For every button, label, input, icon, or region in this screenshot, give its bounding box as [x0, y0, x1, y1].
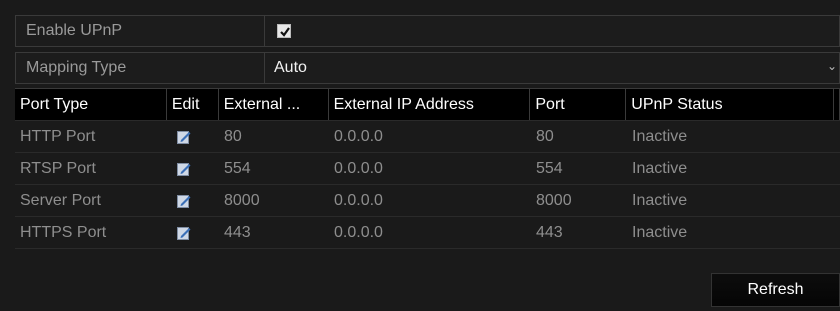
- table-row: Server Port 8000 0.0.0.0 8000 Inactive: [15, 185, 840, 217]
- external-ip-cell: 0.0.0.0: [334, 192, 383, 209]
- field-divider: [264, 53, 265, 83]
- port-cell: 8000: [536, 192, 572, 209]
- external-ip-cell: 0.0.0.0: [334, 224, 383, 241]
- port-mapping-table: Port Type Edit External ... External IP …: [15, 88, 840, 249]
- edit-cell: [167, 217, 219, 248]
- column-header-port: Port: [530, 89, 627, 120]
- port-type-cell: HTTPS Port: [20, 224, 107, 241]
- external-port-cell: 8000: [224, 192, 260, 209]
- checkmark-icon: [280, 27, 290, 37]
- port-type-cell: RTSP Port: [20, 160, 96, 177]
- edit-icon[interactable]: [177, 162, 191, 176]
- external-ip-cell: 0.0.0.0: [334, 160, 383, 177]
- mapping-type-label: Mapping Type: [26, 59, 127, 76]
- enable-upnp-row: Enable UPnP: [15, 15, 840, 47]
- chevron-down-icon[interactable]: ⌄: [827, 59, 837, 73]
- upnp-status-cell: Inactive: [632, 128, 688, 145]
- port-type-cell: HTTP Port: [20, 128, 96, 145]
- field-divider: [264, 16, 265, 46]
- enable-upnp-checkbox[interactable]: [277, 24, 291, 38]
- enable-upnp-label: Enable UPnP: [26, 22, 123, 39]
- edit-cell: [167, 185, 219, 216]
- mapping-type-select[interactable]: Auto: [274, 59, 307, 77]
- port-cell: 80: [536, 128, 554, 145]
- external-port-cell: 554: [224, 160, 251, 177]
- upnp-status-cell: Inactive: [632, 160, 688, 177]
- external-port-cell: 80: [224, 128, 242, 145]
- upnp-status-cell: Inactive: [632, 192, 688, 209]
- external-port-cell: 443: [224, 224, 251, 241]
- refresh-button[interactable]: Refresh: [711, 273, 840, 307]
- edit-cell: [167, 153, 219, 184]
- column-header-edit: Edit: [167, 89, 219, 120]
- port-cell: 443: [536, 224, 563, 241]
- table-row: RTSP Port 554 0.0.0.0 554 Inactive: [15, 153, 840, 185]
- external-ip-cell: 0.0.0.0: [334, 128, 383, 145]
- port-cell: 554: [536, 160, 563, 177]
- upnp-status-cell: Inactive: [632, 224, 688, 241]
- port-type-cell: Server Port: [20, 192, 101, 209]
- column-header-external-port: External ...: [219, 89, 329, 120]
- table-row: HTTP Port 80 0.0.0.0 80 Inactive: [15, 121, 840, 153]
- mapping-type-row: Mapping Type Auto ⌄: [15, 52, 840, 84]
- column-header-port-type: Port Type: [15, 89, 167, 120]
- column-header-upnp-status: UPnP Status: [626, 89, 835, 120]
- edit-cell: [167, 121, 219, 152]
- edit-icon[interactable]: [177, 226, 191, 240]
- edit-icon[interactable]: [177, 130, 191, 144]
- table-row: HTTPS Port 443 0.0.0.0 443 Inactive: [15, 217, 840, 249]
- edit-icon[interactable]: [177, 194, 191, 208]
- table-header: Port Type Edit External ... External IP …: [15, 89, 840, 121]
- column-header-external-ip: External IP Address: [329, 89, 531, 120]
- column-header-spacer: [834, 89, 840, 120]
